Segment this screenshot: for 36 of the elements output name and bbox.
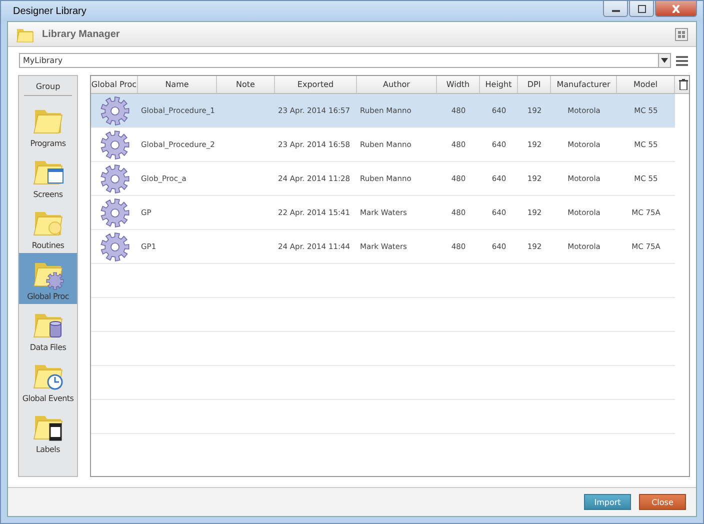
sidebar-item[interactable]: Global Proc xyxy=(19,253,77,304)
action-button[interactable]: Close xyxy=(639,494,686,510)
sidebar-item[interactable]: Labels xyxy=(19,406,77,457)
sidebar-title: Group xyxy=(24,76,72,96)
maximize-icon xyxy=(636,4,646,12)
sidebar-item[interactable]: Data Files xyxy=(19,304,77,355)
close-icon xyxy=(671,4,681,12)
column-header[interactable]: Manufacturer xyxy=(551,76,617,93)
sidebar-item[interactable]: Routines xyxy=(19,202,77,253)
gear-icon xyxy=(100,232,130,262)
grid-icon[interactable] xyxy=(675,28,688,40)
sidebar-item[interactable]: Global Events xyxy=(19,355,77,406)
library-dropdown[interactable]: MyLibrary xyxy=(19,53,671,68)
maximize-button[interactable] xyxy=(629,1,654,17)
column-header[interactable]: Model xyxy=(617,76,675,93)
column-header[interactable]: Height xyxy=(480,76,518,93)
gear-icon xyxy=(100,96,130,126)
gear-icon xyxy=(100,130,130,160)
close-button[interactable] xyxy=(655,1,697,17)
column-header[interactable]: Global Proc xyxy=(91,76,138,93)
trash-icon[interactable] xyxy=(679,79,688,90)
column-header[interactable]: Exported xyxy=(275,76,357,93)
column-header[interactable]: Note xyxy=(217,76,275,93)
header-title: Library Manager xyxy=(42,28,121,40)
column-header[interactable]: Name xyxy=(138,76,217,93)
gear-icon xyxy=(100,164,130,194)
gear-icon xyxy=(100,198,130,228)
column-header[interactable]: Width xyxy=(437,76,480,93)
minimize-button[interactable] xyxy=(603,1,628,17)
sidebar-item[interactable]: Programs xyxy=(19,100,77,151)
window-title: Designer Library xyxy=(13,6,88,16)
caret-icon xyxy=(661,58,668,63)
menu-icon[interactable] xyxy=(676,54,688,66)
column-header[interactable]: DPI xyxy=(518,76,551,93)
column-header[interactable]: Author xyxy=(357,76,437,93)
sidebar-item[interactable]: Screens xyxy=(19,151,77,202)
